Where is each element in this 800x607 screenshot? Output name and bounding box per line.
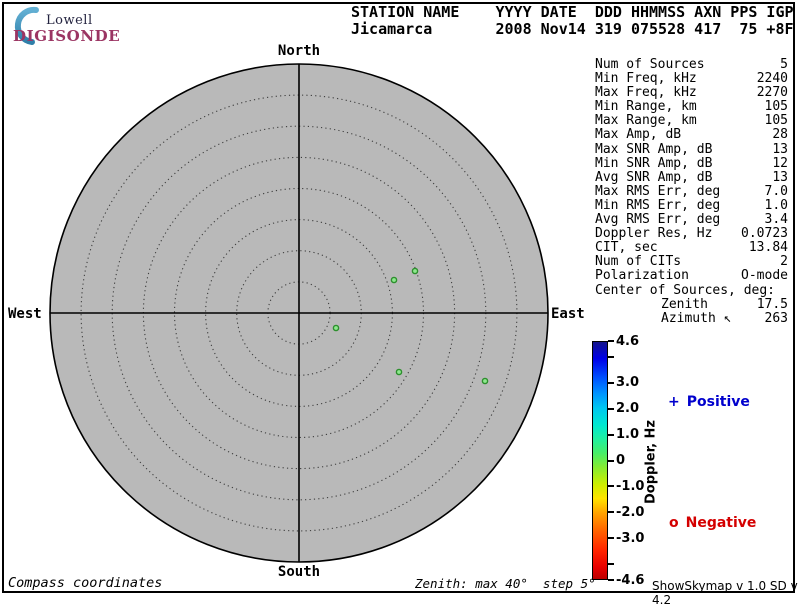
compass-label-north: North bbox=[277, 43, 321, 59]
stat-row: Max Range, km 105 bbox=[595, 114, 788, 128]
stat-value: O-mode bbox=[741, 268, 788, 284]
stat-label: Min RMS Err, deg bbox=[595, 197, 721, 213]
plus-marker-icon: + bbox=[668, 394, 680, 410]
stat-row: Avg RMS Err, deg 3.4 bbox=[595, 212, 788, 228]
stat-value: 263 bbox=[764, 310, 788, 326]
stat-label: Azimuth ↖ bbox=[661, 310, 732, 326]
stat-label: Min SNR Amp, dB bbox=[595, 155, 713, 171]
compass-label-south: South bbox=[277, 564, 321, 580]
stat-label: Avg SNR Amp, dB bbox=[595, 169, 713, 185]
legend-negative-label: Negative bbox=[685, 515, 757, 531]
stat-value: 13 bbox=[772, 141, 788, 157]
stat-row: Avg SNR Amp, dB 13 bbox=[595, 169, 788, 185]
stat-row: Center of Sources, deg: bbox=[595, 282, 788, 298]
circle-marker-icon: o bbox=[669, 515, 679, 531]
stat-label: Num of CITs bbox=[595, 254, 682, 270]
source-point bbox=[395, 368, 403, 376]
compass-label-west: West bbox=[8, 306, 42, 322]
source-point bbox=[481, 377, 489, 385]
colorbar-gradient bbox=[592, 341, 608, 580]
stat-label: Polarization bbox=[595, 268, 689, 284]
stat-label: Max SNR Amp, dB bbox=[595, 141, 713, 157]
stat-row: Min Freq, kHz 2240 bbox=[595, 71, 788, 87]
logo-text-digisonde: DIGISONDE bbox=[13, 27, 121, 45]
caption-zenith-scale: Zenith: max 40° step 5° bbox=[415, 576, 596, 591]
stat-label: Avg RMS Err, deg bbox=[595, 212, 721, 228]
stat-row: Min Range, km 105 bbox=[595, 100, 788, 114]
stat-value: 12 bbox=[772, 155, 788, 171]
stat-label: Num of Sources bbox=[595, 57, 705, 72]
stat-row: Num of CITs 2 bbox=[595, 255, 788, 269]
stat-row: Num of Sources 5 bbox=[595, 57, 788, 72]
stat-value: 2270 bbox=[756, 85, 788, 101]
stat-label: Max Amp, dB bbox=[595, 127, 682, 143]
source-point bbox=[411, 267, 419, 275]
stat-row: Min RMS Err, deg 1.0 bbox=[595, 197, 788, 213]
station-header-labels: STATION NAME YYYY DATE DDD HHMMSS AXN PP… bbox=[351, 3, 794, 21]
station-header-values: Jicamarca 2008 Nov14 319 075528 417 75 +… bbox=[351, 20, 794, 38]
caption-version: ShowSkymap v 1.0 SD v 4.2 bbox=[652, 579, 798, 607]
stat-value: 2 bbox=[780, 254, 788, 270]
stat-value: 5 bbox=[780, 57, 788, 72]
stat-value: 3.4 bbox=[764, 212, 788, 228]
stats-panel: Num of Sources 5 Min Freq, kHz 2240 Max Freq… bbox=[595, 57, 788, 326]
stat-value: 13 bbox=[772, 169, 788, 185]
logo-text-lowell: Lowell bbox=[46, 13, 93, 28]
legend-negative: o Negative bbox=[669, 515, 756, 531]
stat-row: CIT, sec 13.84 bbox=[595, 241, 788, 255]
stat-row: Azimuth ↖ 263 bbox=[595, 310, 788, 326]
source-point bbox=[332, 324, 340, 332]
stat-value: 105 bbox=[764, 99, 788, 115]
stat-label: Doppler Res, Hz bbox=[595, 226, 713, 242]
colorbar-title: Doppler, Hz bbox=[643, 419, 659, 505]
stat-row: Max Amp, dB 28 bbox=[595, 128, 788, 142]
stat-value: 13.84 bbox=[748, 240, 788, 256]
stat-value: 28 bbox=[772, 127, 788, 143]
stat-label: Min Freq, kHz bbox=[595, 71, 697, 87]
stat-value: 7.0 bbox=[764, 183, 788, 199]
stat-label: Max Range, km bbox=[595, 113, 697, 129]
stat-label: Min Range, km bbox=[595, 99, 697, 115]
stat-label: Center of Sources, deg: bbox=[595, 282, 776, 298]
stat-value: 2240 bbox=[756, 71, 788, 87]
stat-label: Max Freq, kHz bbox=[595, 85, 697, 101]
legend-positive-label: Positive bbox=[686, 394, 750, 410]
stat-row: Max Freq, kHz 2270 bbox=[595, 86, 788, 100]
source-point bbox=[390, 276, 398, 284]
stat-row: Doppler Res, Hz 0.0723 bbox=[595, 227, 788, 241]
stat-row: Max SNR Amp, dB 13 bbox=[595, 141, 788, 157]
stat-value: 17.5 bbox=[756, 296, 788, 312]
stat-row: Zenith 17.5 bbox=[595, 296, 788, 312]
stat-row: Min SNR Amp, dB 12 bbox=[595, 155, 788, 171]
compass-label-east: East bbox=[551, 306, 585, 322]
stat-value: 0.0723 bbox=[741, 226, 788, 242]
stat-value: 105 bbox=[764, 113, 788, 129]
legend-positive: + Positive bbox=[668, 394, 750, 410]
stat-value: 1.0 bbox=[764, 197, 788, 213]
stat-label: CIT, sec bbox=[595, 240, 658, 256]
stat-row: Polarization O-mode bbox=[595, 269, 788, 283]
stat-label: Zenith bbox=[661, 296, 708, 312]
caption-coordinates: Compass coordinates bbox=[8, 575, 163, 591]
stat-row: Max RMS Err, deg 7.0 bbox=[595, 183, 788, 199]
stat-label: Max RMS Err, deg bbox=[595, 183, 721, 199]
